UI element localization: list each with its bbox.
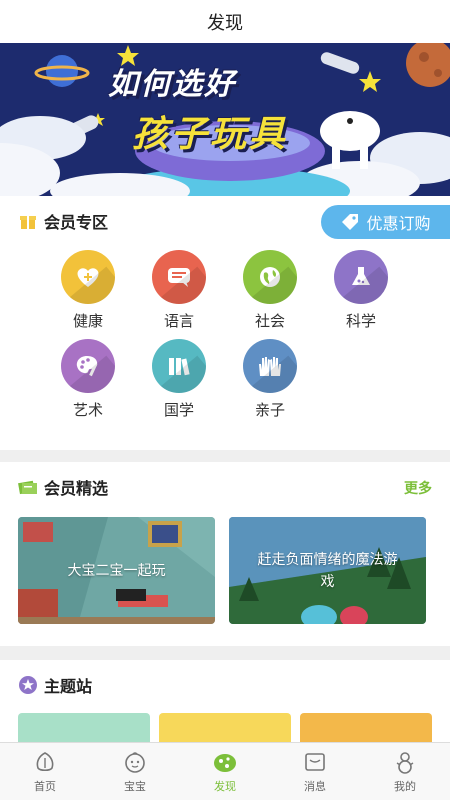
palette-icon xyxy=(61,339,115,393)
top-header: 发现 xyxy=(0,0,450,43)
flask-icon xyxy=(334,250,388,304)
promo-banner[interactable]: 如何选好 孩子玩具 xyxy=(0,43,450,196)
message-box-icon xyxy=(302,749,328,775)
speech-bubble-icon xyxy=(152,250,206,304)
category-language[interactable]: 语言 xyxy=(144,250,214,331)
gift-icon xyxy=(18,211,38,231)
member-picks-header: 会员精选 xyxy=(18,462,108,512)
category-label: 国学 xyxy=(163,401,194,419)
theme-station-section: 主题站 xyxy=(0,660,450,753)
tab-label: 消息 xyxy=(304,780,326,793)
member-zone-title: 会员专区 xyxy=(44,213,109,232)
member-picks-title: 会员精选 xyxy=(44,479,109,498)
home-leaf-icon xyxy=(32,749,58,775)
tab-label: 宝宝 xyxy=(124,780,146,793)
category-label: 语言 xyxy=(163,312,194,330)
bottom-tab-bar: 首页 宝宝 发现 消息 我的 xyxy=(0,742,450,800)
tag-icon xyxy=(342,214,359,230)
heart-plus-icon xyxy=(61,250,115,304)
baby-face-icon xyxy=(122,749,148,775)
snowman-profile-icon xyxy=(392,749,418,775)
tab-profile[interactable]: 我的 xyxy=(360,743,450,800)
card-title: 赶走负面情绪的魔法游戏 xyxy=(257,551,398,590)
more-link[interactable]: 更多 xyxy=(404,478,432,498)
category-society[interactable]: 社会 xyxy=(235,250,305,331)
banner-line-2: 孩子玩具 xyxy=(132,114,289,155)
category-label: 健康 xyxy=(72,312,103,330)
category-label: 亲子 xyxy=(254,401,285,419)
tab-label: 首页 xyxy=(34,780,56,793)
hands-icon xyxy=(243,339,297,393)
star-badge-icon xyxy=(18,675,38,695)
tab-messages[interactable]: 消息 xyxy=(270,743,360,800)
banner-line-1: 如何选好 xyxy=(108,67,236,102)
category-parent-child[interactable]: 亲子 xyxy=(235,339,305,420)
category-label: 艺术 xyxy=(72,401,103,419)
category-art[interactable]: 艺术 xyxy=(53,339,123,420)
globe-icon xyxy=(243,250,297,304)
books-icon xyxy=(152,339,206,393)
category-health[interactable]: 健康 xyxy=(53,250,123,331)
category-label: 社会 xyxy=(254,312,285,330)
category-chinese-classics[interactable]: 国学 xyxy=(144,339,214,420)
pick-card[interactable]: 赶走负面情绪的魔法游戏 xyxy=(229,517,426,624)
discount-order-button[interactable]: 优惠订购 xyxy=(321,205,450,239)
pick-card[interactable]: 大宝二宝一起玩 xyxy=(18,517,215,624)
card-title: 大宝二宝一起玩 xyxy=(67,562,166,579)
tab-baby[interactable]: 宝宝 xyxy=(90,743,180,800)
member-picks-section: 会员精选 更多 大宝二宝一起玩 赶走负面情绪的魔法游戏 xyxy=(0,462,450,646)
ticket-icon xyxy=(18,477,38,497)
member-zone-header: 会员专区 xyxy=(18,196,108,246)
tab-label: 我的 xyxy=(394,780,416,793)
member-zone-section: 会员专区 优惠订购 健康 语言 社会 科学 艺术 国学 亲子 xyxy=(0,196,450,450)
category-science[interactable]: 科学 xyxy=(326,250,396,331)
tab-discover[interactable]: 发现 xyxy=(180,743,270,800)
discover-planet-icon xyxy=(212,749,238,775)
category-label: 科学 xyxy=(345,312,376,330)
tab-home[interactable]: 首页 xyxy=(0,743,90,800)
theme-station-title: 主题站 xyxy=(44,677,93,696)
page-title: 发现 xyxy=(207,12,243,34)
discount-order-label: 优惠订购 xyxy=(366,214,431,233)
theme-station-header: 主题站 xyxy=(18,660,92,710)
tab-label: 发现 xyxy=(214,780,236,793)
